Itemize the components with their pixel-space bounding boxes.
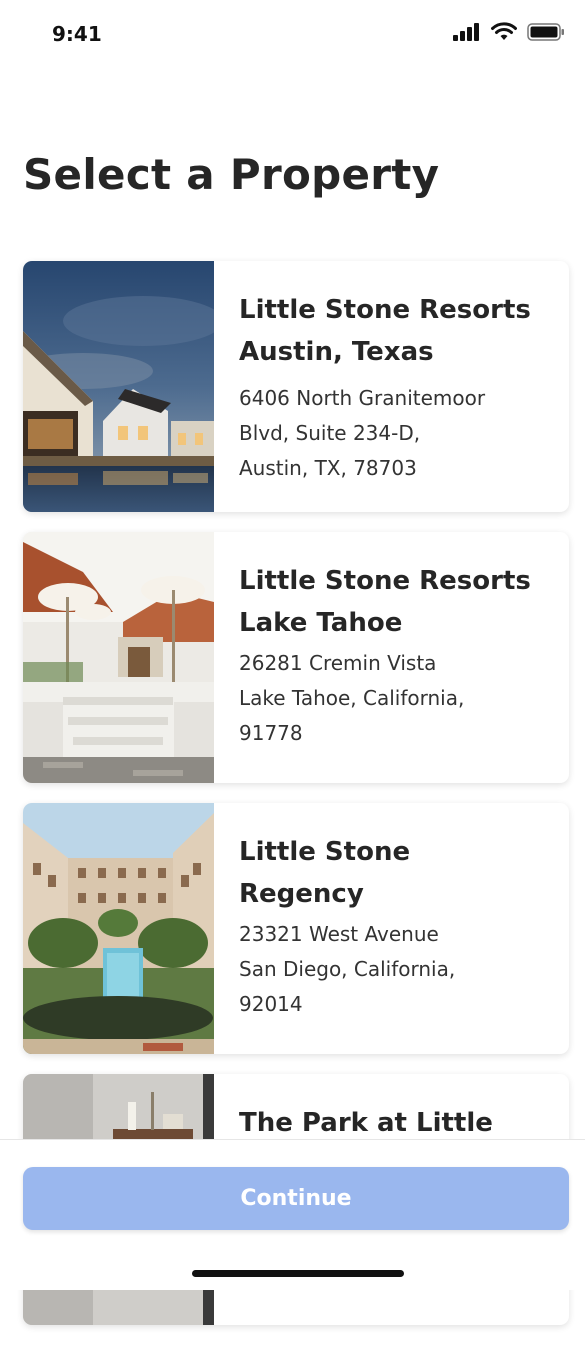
property-name-line: Regency — [239, 879, 364, 909]
address-line: 6406 North Granitemoor — [239, 386, 486, 410]
bottom-action-bar: Continue — [0, 1139, 585, 1290]
property-card-austin[interactable]: Little Stone Resorts Austin, Texas 6406 … — [23, 261, 569, 512]
property-address: 26281 Cremin Vista Lake Tahoe, Californi… — [239, 646, 549, 751]
property-photo-lake-tahoe — [23, 532, 214, 783]
property-info: Little Stone Resorts Lake Tahoe 26281 Cr… — [214, 532, 569, 783]
home-indicator — [192, 1270, 404, 1277]
property-card-regency[interactable]: Little Stone Regency 23321 West Avenue S… — [23, 803, 569, 1054]
property-name-line: Lake Tahoe — [239, 608, 403, 638]
wifi-icon — [491, 22, 517, 45]
status-bar: 9:41 — [0, 0, 585, 70]
address-line: Lake Tahoe, California, — [239, 686, 465, 710]
property-address: 6406 North Granitemoor Blvd, Suite 234-D… — [239, 381, 549, 486]
continue-button[interactable]: Continue — [23, 1167, 569, 1230]
battery-icon — [527, 22, 565, 45]
address-line: 91778 — [239, 721, 303, 745]
page-title: Select a Property — [23, 150, 440, 199]
property-name-line: Little Stone — [239, 837, 411, 867]
property-name-line: The Park at Little — [239, 1108, 493, 1138]
property-name: Little Stone Resorts Austin, Texas — [239, 289, 549, 373]
property-photo-regency — [23, 803, 214, 1054]
property-name-line: Little Stone Resorts — [239, 566, 531, 596]
property-info: Little Stone Resorts Austin, Texas 6406 … — [214, 261, 569, 512]
address-line: 92014 — [239, 992, 303, 1016]
address-line: 26281 Cremin Vista — [239, 651, 437, 675]
property-info: Little Stone Regency 23321 West Avenue S… — [214, 803, 569, 1054]
property-name: Little Stone Resorts Lake Tahoe — [239, 560, 549, 644]
status-icons — [453, 22, 565, 45]
property-address: 23321 West Avenue San Diego, California,… — [239, 917, 549, 1022]
property-name-line: Austin, Texas — [239, 337, 434, 367]
address-line: San Diego, California, — [239, 957, 456, 981]
property-name-line: Little Stone Resorts — [239, 295, 531, 325]
status-time: 9:41 — [52, 22, 102, 46]
property-photo-austin — [23, 261, 214, 512]
property-name: The Park at Little — [239, 1102, 549, 1144]
signal-icon — [453, 22, 481, 45]
address-line: 23321 West Avenue — [239, 922, 439, 946]
address-line: Austin, TX, 78703 — [239, 456, 417, 480]
property-name: Little Stone Regency — [239, 831, 549, 915]
address-line: Blvd, Suite 234-D, — [239, 421, 421, 445]
property-card-lake-tahoe[interactable]: Little Stone Resorts Lake Tahoe 26281 Cr… — [23, 532, 569, 783]
